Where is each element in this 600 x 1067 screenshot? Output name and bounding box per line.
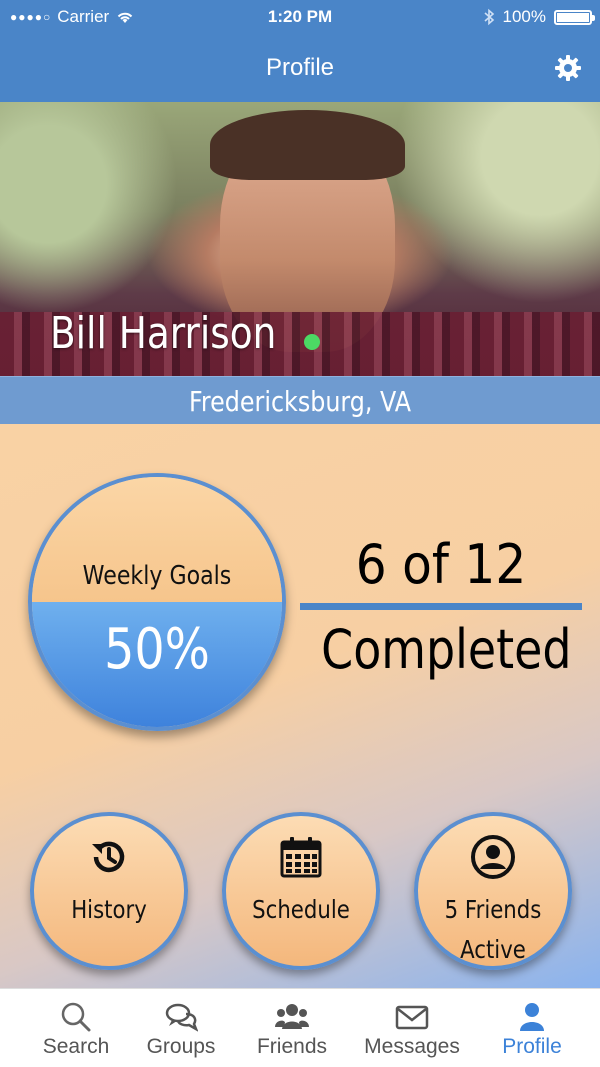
friends-count-label: 5 Friends (444, 895, 542, 924)
search-icon (61, 1002, 91, 1032)
profile-location: Fredericksburg, VA (188, 385, 412, 418)
tab-friends[interactable]: Friends (232, 989, 352, 1067)
user-icon (471, 835, 515, 879)
tab-groups-label: Groups (146, 1035, 216, 1058)
tab-search-label: Search (42, 1035, 110, 1058)
bluetooth-icon (483, 8, 494, 26)
photo-hair-shape (210, 110, 405, 180)
tab-messages[interactable]: Messages (352, 989, 472, 1067)
profile-name: Bill Harrison (50, 308, 277, 359)
history-icon (92, 841, 125, 873)
weekly-goals-percent: 50% (104, 617, 210, 682)
history-label: History (71, 895, 147, 924)
friends-active-label: Active (460, 935, 526, 964)
gear-icon[interactable] (554, 54, 582, 82)
status-right: 100% (483, 7, 595, 27)
tab-profile[interactable]: Profile (472, 989, 592, 1067)
weekly-goals-label: Weekly Goals (82, 561, 232, 591)
goals-completed-label: Completed (321, 618, 572, 681)
battery-percent: 100% (502, 7, 546, 26)
status-bar: ●●●●○ Carrier 1:20 PM 100% (0, 0, 600, 34)
calendar-icon (280, 837, 322, 878)
person-icon (520, 1003, 544, 1031)
tab-profile-label: Profile (502, 1035, 562, 1058)
tab-messages-label: Messages (364, 1035, 460, 1058)
battery-icon (554, 9, 595, 25)
page-title: Profile (265, 54, 335, 81)
tab-bar: Search Groups Friends Messages Profile (0, 988, 600, 1067)
weekly-goals-circle: Weekly Goals 50% (28, 473, 286, 731)
location-bar: Fredericksburg, VA (0, 376, 600, 425)
goals-ratio: 6 of 12 (355, 533, 527, 596)
history-button[interactable]: History (30, 812, 188, 970)
group-icon (275, 1004, 309, 1029)
online-status-indicator (304, 334, 320, 350)
navigation-bar: Profile (0, 34, 600, 102)
chat-bubbles-icon (165, 1003, 198, 1032)
active-friends-button[interactable]: 5 Friends Active (414, 812, 572, 970)
schedule-button[interactable]: Schedule (222, 812, 380, 970)
goals-divider (300, 603, 582, 610)
tab-friends-label: Friends (256, 1035, 328, 1058)
envelope-icon (395, 1005, 429, 1030)
tab-groups[interactable]: Groups (121, 989, 241, 1067)
tab-search[interactable]: Search (16, 989, 136, 1067)
schedule-label: Schedule (252, 895, 350, 924)
active-friends-label: 5 Friends Active (429, 890, 557, 970)
